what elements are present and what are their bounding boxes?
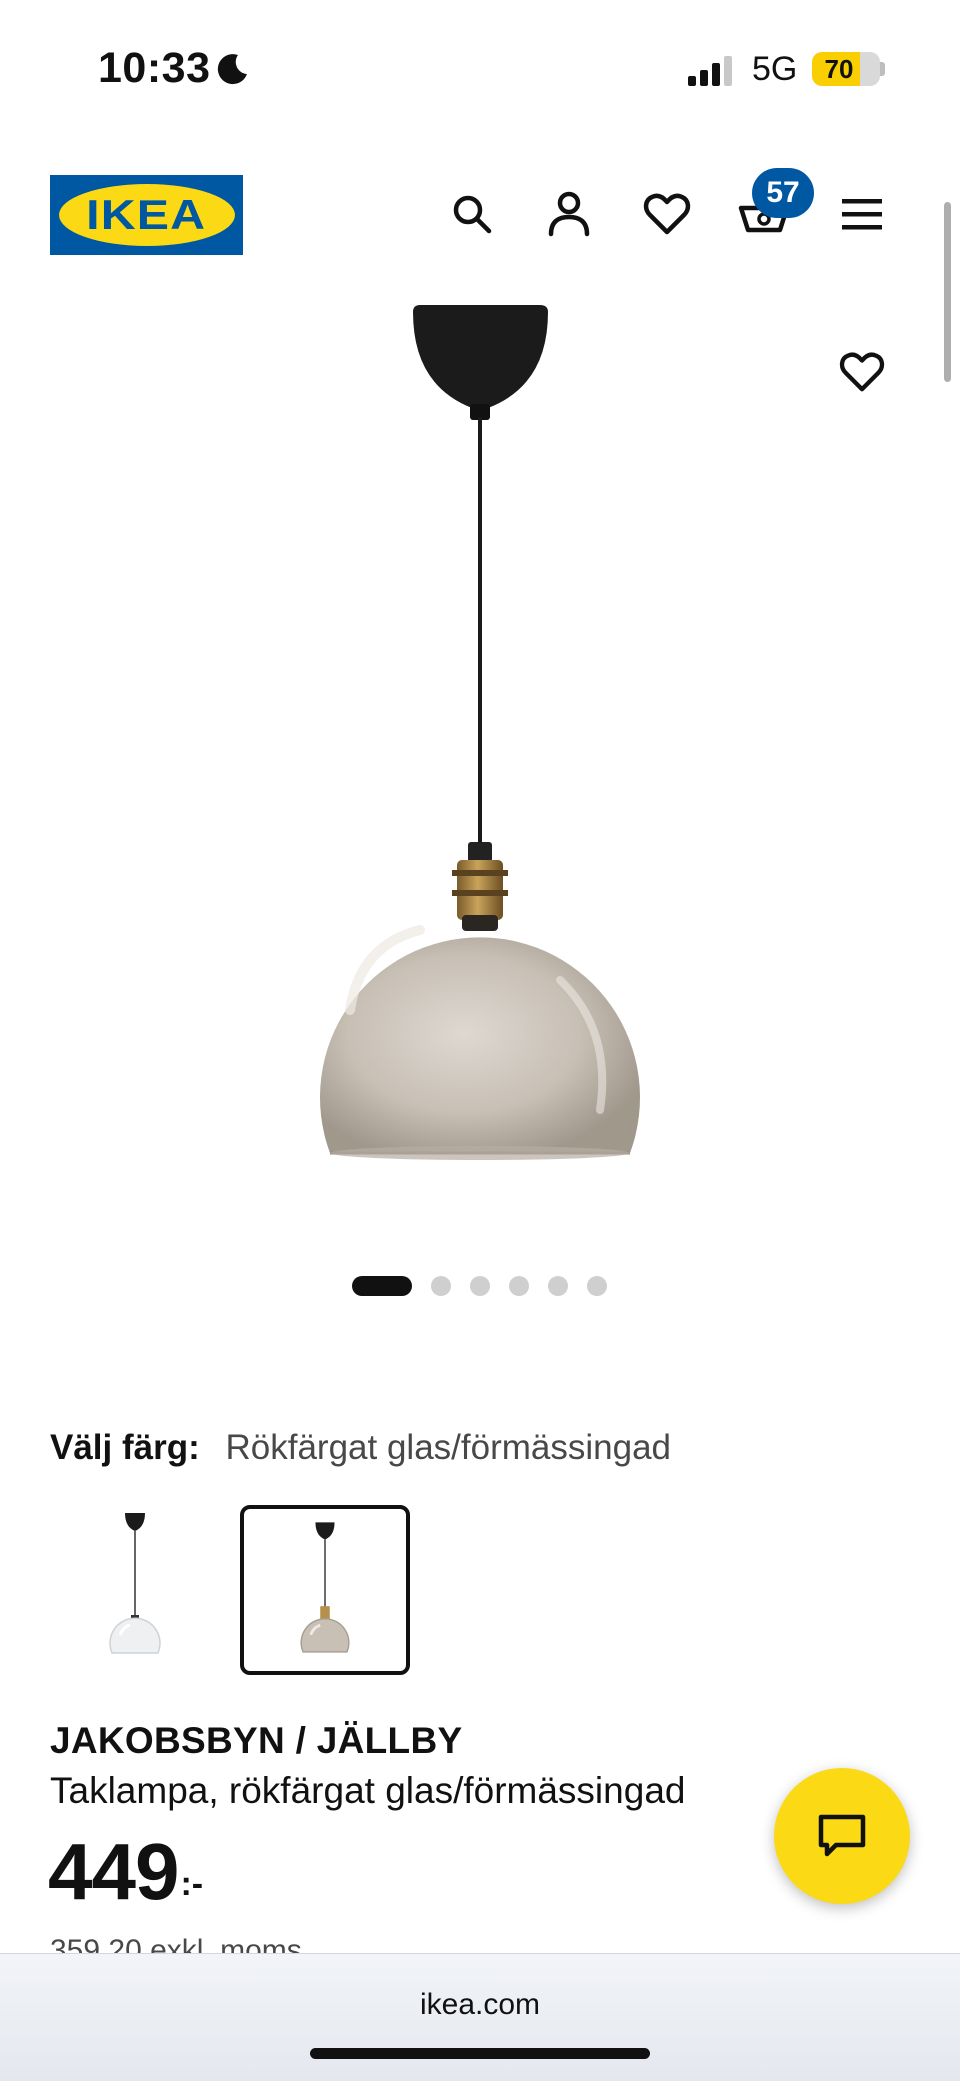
- status-time: 10:33: [98, 44, 211, 92]
- battery-label: 70: [824, 54, 854, 84]
- heart-icon: [643, 193, 691, 235]
- carousel-dot[interactable]: [431, 1276, 451, 1296]
- logo-text: IKEA: [86, 191, 207, 238]
- search-button[interactable]: [442, 184, 502, 244]
- ikea-logo[interactable]: IKEA: [50, 175, 243, 255]
- logo-oval: IKEA: [58, 184, 235, 246]
- variant-clear-glass[interactable]: [50, 1505, 220, 1675]
- color-value: Rökfärgat glas/förmässingad: [225, 1428, 672, 1467]
- signal-icon: [688, 56, 732, 86]
- variant-smoked-glass[interactable]: [240, 1505, 410, 1675]
- price-suffix: :-: [180, 1865, 204, 1903]
- chat-button[interactable]: [774, 1768, 910, 1904]
- carousel-dot[interactable]: [352, 1276, 412, 1296]
- carousel-dot[interactable]: [509, 1276, 529, 1296]
- chat-icon: [818, 1814, 866, 1857]
- product-price: 449 :-: [48, 1826, 203, 1918]
- product-page: 10:33 5G 70 IKEA 57 Välj färg: Rökfärgat…: [0, 0, 960, 2081]
- browser-address-bar[interactable]: ikea.com: [0, 1953, 960, 2081]
- color-selector-row: Välj färg: Rökfärgat glas/förmässingad: [50, 1428, 671, 1468]
- home-indicator: [310, 2048, 650, 2059]
- network-label: 5G: [752, 50, 798, 88]
- save-favorite-button[interactable]: [832, 342, 892, 402]
- product-name: JAKOBSBYN / JÄLLBY: [50, 1720, 463, 1761]
- heart-icon: [839, 352, 885, 392]
- status-bar: 10:33 5G 70: [0, 0, 960, 120]
- price-integer: 449: [48, 1827, 179, 1916]
- image-carousel-dots: [352, 1276, 626, 1296]
- search-icon: [453, 195, 492, 234]
- product-description: Taklampa, rökfärgat glas/förmässingad: [50, 1770, 686, 1811]
- url-text[interactable]: ikea.com: [0, 1988, 960, 2022]
- battery-indicator: 70: [812, 52, 880, 86]
- profile-button[interactable]: [539, 184, 599, 244]
- color-label: Välj färg:: [50, 1428, 200, 1467]
- site-header: IKEA: [0, 160, 960, 270]
- carousel-dot[interactable]: [470, 1276, 490, 1296]
- carousel-dot[interactable]: [548, 1276, 568, 1296]
- carousel-dot[interactable]: [587, 1276, 607, 1296]
- product-image[interactable]: [0, 290, 960, 1250]
- menu-button[interactable]: [832, 184, 892, 244]
- cart-count-badge: 57: [752, 168, 814, 218]
- battery-cap: [880, 62, 885, 76]
- profile-icon: [548, 191, 590, 237]
- wishlist-button[interactable]: [637, 184, 697, 244]
- moon-icon: [217, 54, 247, 85]
- menu-icon: [842, 199, 882, 230]
